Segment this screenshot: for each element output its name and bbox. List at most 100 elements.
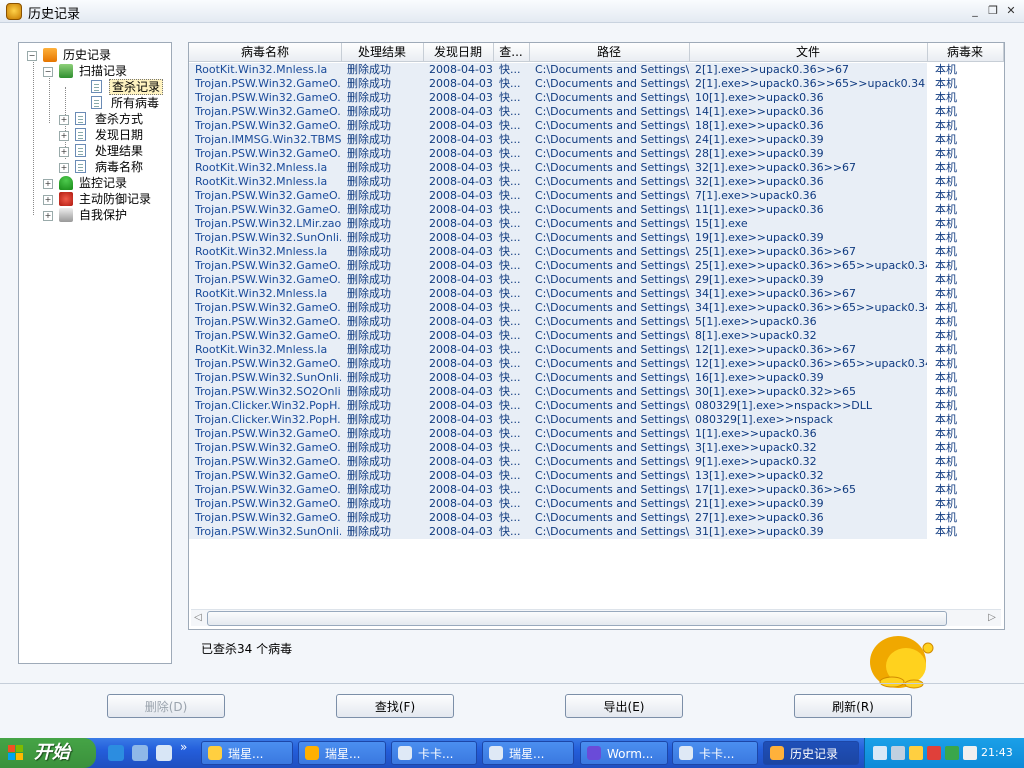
- table-row[interactable]: Trojan.PSW.Win32.GameO...删除成功2008-04-03.…: [189, 119, 1001, 133]
- result-cell: 删除成功: [341, 147, 423, 161]
- table-row[interactable]: Trojan.PSW.Win32.LMir.zao删除成功2008-04-03.…: [189, 217, 1001, 231]
- table-row[interactable]: Trojan.Clicker.Win32.PopH... 删除成功 2008-04-…: [189, 413, 1001, 427]
- date-cell: 2008-04-03...: [423, 497, 493, 511]
- table-row[interactable]: Trojan.PSW.Win32.GameO...删除成功2008-04-03.…: [189, 427, 1001, 441]
- close-icon[interactable]: ✕: [1004, 4, 1018, 18]
- taskbar-button[interactable]: Worm...: [580, 741, 668, 765]
- result-cell: 删除成功: [341, 427, 423, 441]
- method-cell: 快...: [493, 77, 529, 91]
- rising-tray-icon[interactable]: [909, 746, 923, 760]
- table-row[interactable]: Trojan.PSW.Win32.GameO...删除成功2008-04-03.…: [189, 511, 1001, 525]
- col-virus-name-header[interactable]: 病毒名称: [189, 43, 342, 61]
- col-file-header[interactable]: 文件: [689, 43, 928, 61]
- col-path-header[interactable]: 路径: [529, 43, 690, 61]
- refresh-button[interactable]: 刷新(R): [794, 694, 912, 718]
- table-row[interactable]: RootKit.Win32.Mnless.la删除成功2008-04-03...…: [189, 343, 1001, 357]
- table-row[interactable]: Trojan.PSW.Win32.GameO...删除成功2008-04-03.…: [189, 329, 1001, 343]
- media-player-icon[interactable]: [156, 745, 172, 761]
- table-row[interactable]: Trojan.PSW.Win32.GameO...删除成功2008-04-03.…: [189, 259, 1001, 273]
- col-method-header[interactable]: 查...: [493, 43, 530, 61]
- taskbar-button[interactable]: 卡卡...: [391, 741, 477, 765]
- expand-icon[interactable]: +: [59, 147, 69, 157]
- rising-lion-icon: [6, 3, 22, 20]
- table-row[interactable]: RootKit.Win32.Mnless.la删除成功2008-04-03...…: [189, 161, 1001, 175]
- collapse-icon[interactable]: −: [27, 51, 37, 61]
- table-row[interactable]: RootKit.Win32.Mnless.la删除成功2008-04-03...…: [189, 287, 1001, 301]
- source-cell: 本机: [935, 455, 957, 468]
- method-cell: 快...: [493, 91, 529, 105]
- quicklaunch-more-icon[interactable]: »: [180, 740, 187, 754]
- scroll-left-icon[interactable]: ◁: [191, 610, 205, 626]
- expand-icon[interactable]: +: [59, 163, 69, 173]
- table-row[interactable]: Trojan.PSW.Win32.GameO...删除成功2008-04-03.…: [189, 301, 1001, 315]
- minimize-icon[interactable]: _: [968, 4, 982, 18]
- tray-expand-icon[interactable]: [873, 746, 887, 760]
- col-result-header[interactable]: 处理结果: [341, 43, 424, 61]
- scroll-thumb[interactable]: [207, 611, 947, 626]
- table-row[interactable]: Trojan.PSW.Win32.GameO...删除成功2008-04-03.…: [189, 77, 1001, 91]
- start-button[interactable]: 开始: [0, 738, 96, 768]
- network-icon[interactable]: [891, 746, 905, 760]
- expand-icon[interactable]: +: [59, 131, 69, 141]
- taskbar-button[interactable]: 瑞星...: [201, 741, 293, 765]
- expand-icon[interactable]: +: [43, 211, 53, 221]
- expand-icon[interactable]: +: [59, 115, 69, 125]
- table-row[interactable]: Trojan.PSW.Win32.GameO...删除成功2008-04-03.…: [189, 483, 1001, 497]
- table-row[interactable]: Trojan.PSW.Win32.SunOnli... 删除成功 2008-04-0…: [189, 525, 1001, 539]
- method-cell: 快...: [493, 217, 529, 231]
- table-row[interactable]: Trojan.Clicker.Win32.PopH... 删除成功 2008-04-…: [189, 399, 1001, 413]
- find-button[interactable]: 查找(F): [336, 694, 454, 718]
- table-row[interactable]: Trojan.PSW.Win32.GameO...删除成功2008-04-03.…: [189, 105, 1001, 119]
- table-row[interactable]: RootKit.Win32.Mnless.la删除成功2008-04-03...…: [189, 63, 1001, 77]
- virus-name-cell: Trojan.PSW.Win32.SO2Onli...: [189, 385, 341, 399]
- col-source-header[interactable]: 病毒来: [927, 43, 1004, 61]
- taskbar-button[interactable]: 瑞星...: [298, 741, 386, 765]
- source-cell: 本机: [935, 119, 957, 132]
- method-cell: 快...: [493, 427, 529, 441]
- collapse-icon[interactable]: −: [43, 67, 53, 77]
- umbrella-icon[interactable]: [945, 746, 959, 760]
- path-cell: C:\Documents and Settings\A...: [529, 133, 689, 147]
- table-row[interactable]: Trojan.PSW.Win32.GameO...删除成功2008-04-03.…: [189, 497, 1001, 511]
- export-button[interactable]: 导出(E): [565, 694, 683, 718]
- table-row[interactable]: Trojan.PSW.Win32.GameO...删除成功2008-04-03.…: [189, 315, 1001, 329]
- table-row[interactable]: Trojan.PSW.Win32.GameO...删除成功2008-04-03.…: [189, 273, 1001, 287]
- table-row[interactable]: Trojan.PSW.Win32.GameO...删除成功2008-04-03.…: [189, 441, 1001, 455]
- table-row[interactable]: Trojan.PSW.Win32.SunOnli... 删除成功 2008-04-0…: [189, 371, 1001, 385]
- path-cell: C:\Documents and Settings\A...: [529, 77, 689, 91]
- file-cell: 19[1].exe>>upack0.39: [689, 231, 927, 245]
- table-row[interactable]: Trojan.IMMSG.Win32.TBMS... 删除成功 2008-04-03…: [189, 133, 1001, 147]
- table-row[interactable]: Trojan.PSW.Win32.GameO...删除成功2008-04-03.…: [189, 203, 1001, 217]
- col-found-date-header[interactable]: 发现日期: [423, 43, 494, 61]
- date-cell: 2008-04-03...: [423, 91, 493, 105]
- table-row[interactable]: RootKit.Win32.Mnless.la删除成功2008-04-03...…: [189, 245, 1001, 259]
- table-row[interactable]: Trojan.PSW.Win32.SO2Onli... 删除成功 2008-04-0…: [189, 385, 1001, 399]
- restore-icon[interactable]: ❐: [986, 4, 1000, 18]
- table-row[interactable]: RootKit.Win32.Mnless.la删除成功2008-04-03...…: [189, 175, 1001, 189]
- table-row[interactable]: Trojan.PSW.Win32.GameO...删除成功2008-04-03.…: [189, 455, 1001, 469]
- table-row[interactable]: Trojan.PSW.Win32.GameO...删除成功2008-04-03.…: [189, 357, 1001, 371]
- taskbar-button[interactable]: 瑞星...: [482, 741, 574, 765]
- taskbar-button[interactable]: 历史记录: [763, 741, 859, 765]
- volume-icon[interactable]: [963, 746, 977, 760]
- horizontal-scrollbar[interactable]: ◁ ▷: [191, 609, 1001, 626]
- window-title: 历史记录: [28, 7, 81, 22]
- delete-button[interactable]: 删除(D): [107, 694, 225, 718]
- table-row[interactable]: Trojan.PSW.Win32.GameO...删除成功2008-04-03.…: [189, 91, 1001, 105]
- expand-icon[interactable]: +: [43, 195, 53, 205]
- table-row[interactable]: Trojan.PSW.Win32.GameO...删除成功2008-04-03.…: [189, 189, 1001, 203]
- table-row[interactable]: Trojan.PSW.Win32.SunOnli... 删除成功 2008-04-0…: [189, 231, 1001, 245]
- file-cell: 080329[1].exe>>nspack: [689, 413, 927, 427]
- path-cell: C:\Documents and Settings\A...: [529, 399, 689, 413]
- virus-name-cell: Trojan.PSW.Win32.GameO...: [189, 497, 341, 511]
- scroll-right-icon[interactable]: ▷: [985, 610, 999, 626]
- shield-icon[interactable]: [927, 746, 941, 760]
- taskbar-button[interactable]: 卡卡...: [672, 741, 758, 765]
- ie-icon[interactable]: [108, 745, 124, 761]
- table-row[interactable]: Trojan.PSW.Win32.GameO...删除成功2008-04-03.…: [189, 147, 1001, 161]
- table-row[interactable]: Trojan.PSW.Win32.GameO...删除成功2008-04-03.…: [189, 469, 1001, 483]
- expand-icon[interactable]: +: [43, 179, 53, 189]
- document-icon: [91, 96, 102, 109]
- show-desktop-icon[interactable]: [132, 745, 148, 761]
- method-cell: 快...: [493, 497, 529, 511]
